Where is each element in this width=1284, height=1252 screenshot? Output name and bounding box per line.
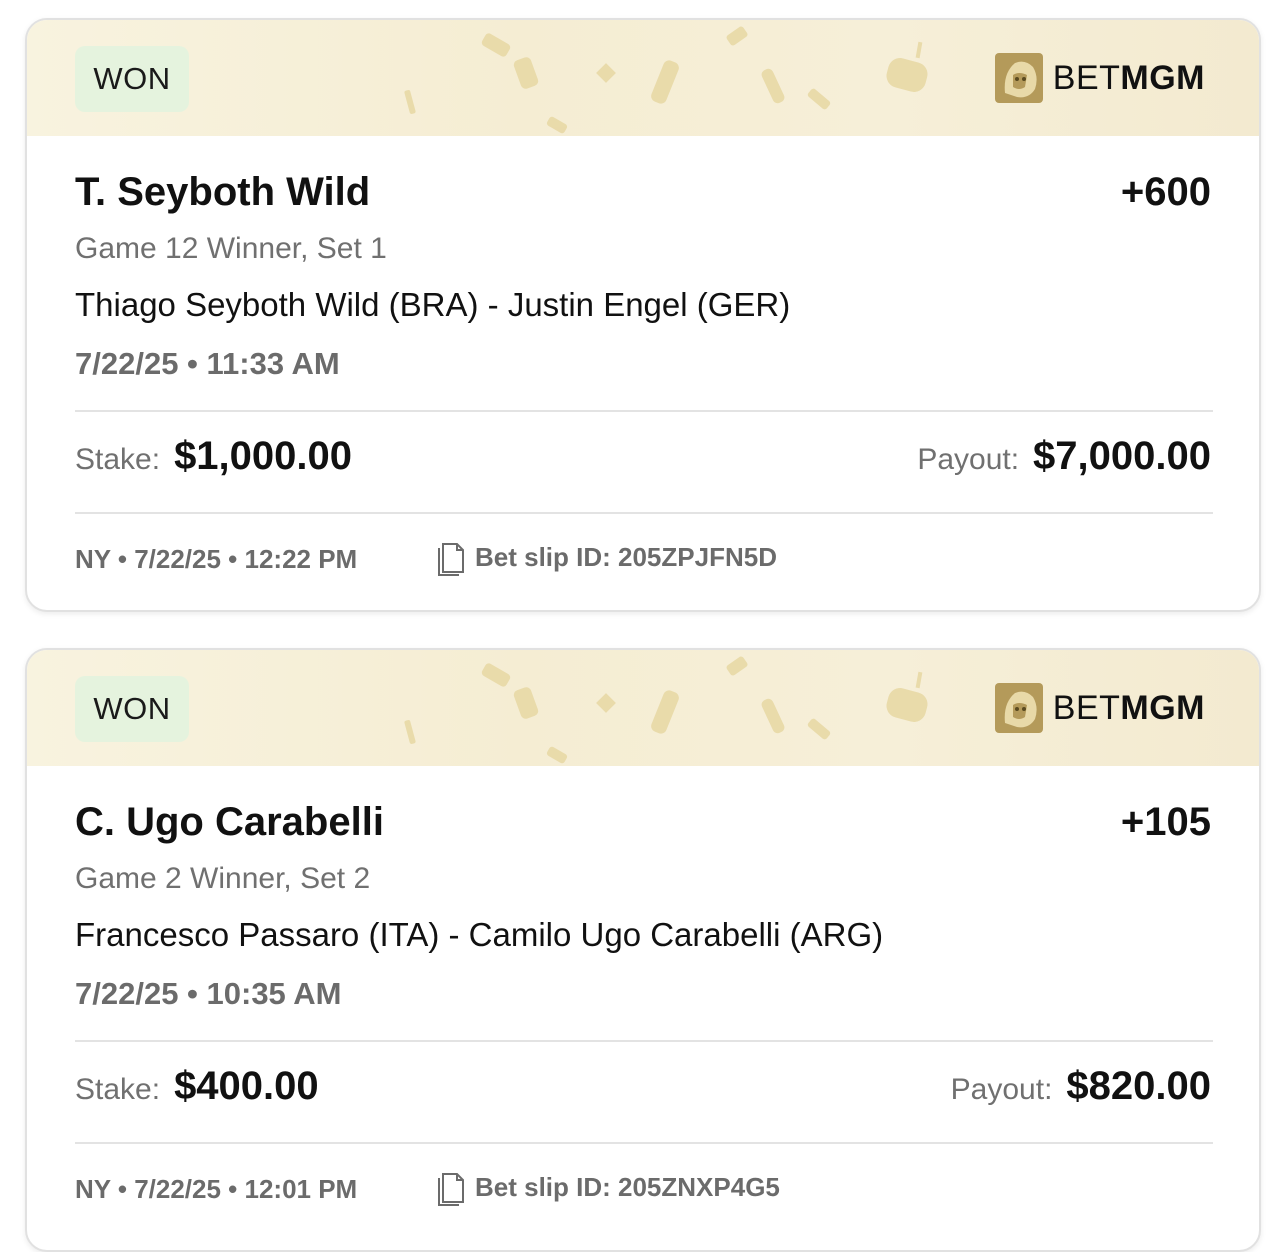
divider: [75, 1142, 1213, 1144]
market-name: Game 2 Winner, Set 2: [75, 862, 371, 895]
placed-info: NY • 7/22/25 • 12:01 PM: [75, 1174, 358, 1204]
odds: +600: [1120, 170, 1211, 214]
brand-name: BETMGM: [1052, 688, 1205, 727]
status-badge: WON: [75, 46, 189, 112]
divider: [75, 1040, 1213, 1042]
status-badge: WON: [75, 676, 189, 742]
lion-icon: [994, 53, 1043, 103]
bet-slip-id[interactable]: Bet slip ID: 205ZNXP4G5: [433, 1168, 780, 1206]
brand-name: BETMGM: [1052, 58, 1205, 97]
divider: [75, 512, 1213, 514]
bet-card[interactable]: WON BETMGM C. Ugo Carabelli +105 Game 2 …: [25, 648, 1261, 1252]
event-name: Thiago Seyboth Wild (BRA) - Justin Engel…: [75, 286, 791, 323]
market-name: Game 12 Winner, Set 1: [75, 232, 387, 265]
payout: Payout: $7,000.00: [917, 434, 1211, 479]
bet-slip-id-text: Bet slip ID: 205ZPJFN5D: [475, 541, 777, 572]
event-time: 7/22/25 • 10:35 AM: [75, 976, 342, 1011]
event-name: Francesco Passaro (ITA) - Camilo Ugo Car…: [75, 916, 884, 953]
selection-name: T. Seyboth Wild: [75, 170, 371, 214]
betmgm-logo: BETMGM: [994, 682, 1205, 734]
payout-label: Payout:: [917, 443, 1020, 476]
card-banner: WON BETMGM: [27, 650, 1259, 766]
selection-name: C. Ugo Carabelli: [75, 800, 384, 844]
divider: [75, 410, 1213, 412]
copy-icon[interactable]: [433, 538, 467, 576]
payout: Payout: $820.00: [951, 1064, 1211, 1109]
stake-label: Stake:: [75, 443, 161, 476]
card-banner: WON BETMGM: [27, 20, 1259, 136]
event-time: 7/22/25 • 11:33 AM: [75, 346, 340, 381]
bet-slip-id-text: Bet slip ID: 205ZNXP4G5: [475, 1171, 780, 1202]
lion-icon: [994, 683, 1043, 733]
stake: Stake: $400.00: [75, 1064, 319, 1109]
payout-amount: $7,000.00: [1033, 434, 1211, 478]
bet-card[interactable]: WON BETMGM T. Seyboth Wild +600 Game 12 …: [25, 18, 1261, 612]
odds: +105: [1120, 800, 1211, 844]
payout-label: Payout:: [950, 1073, 1053, 1106]
stake-amount: $400.00: [174, 1064, 319, 1108]
copy-icon[interactable]: [433, 1168, 467, 1206]
payout-amount: $820.00: [1066, 1064, 1211, 1108]
stake-amount: $1,000.00: [174, 434, 353, 478]
stake: Stake: $1,000.00: [75, 434, 352, 479]
betmgm-logo: BETMGM: [994, 52, 1205, 104]
stake-label: Stake:: [75, 1073, 161, 1106]
placed-info: NY • 7/22/25 • 12:22 PM: [75, 544, 358, 574]
bet-slip-id[interactable]: Bet slip ID: 205ZPJFN5D: [433, 538, 777, 576]
